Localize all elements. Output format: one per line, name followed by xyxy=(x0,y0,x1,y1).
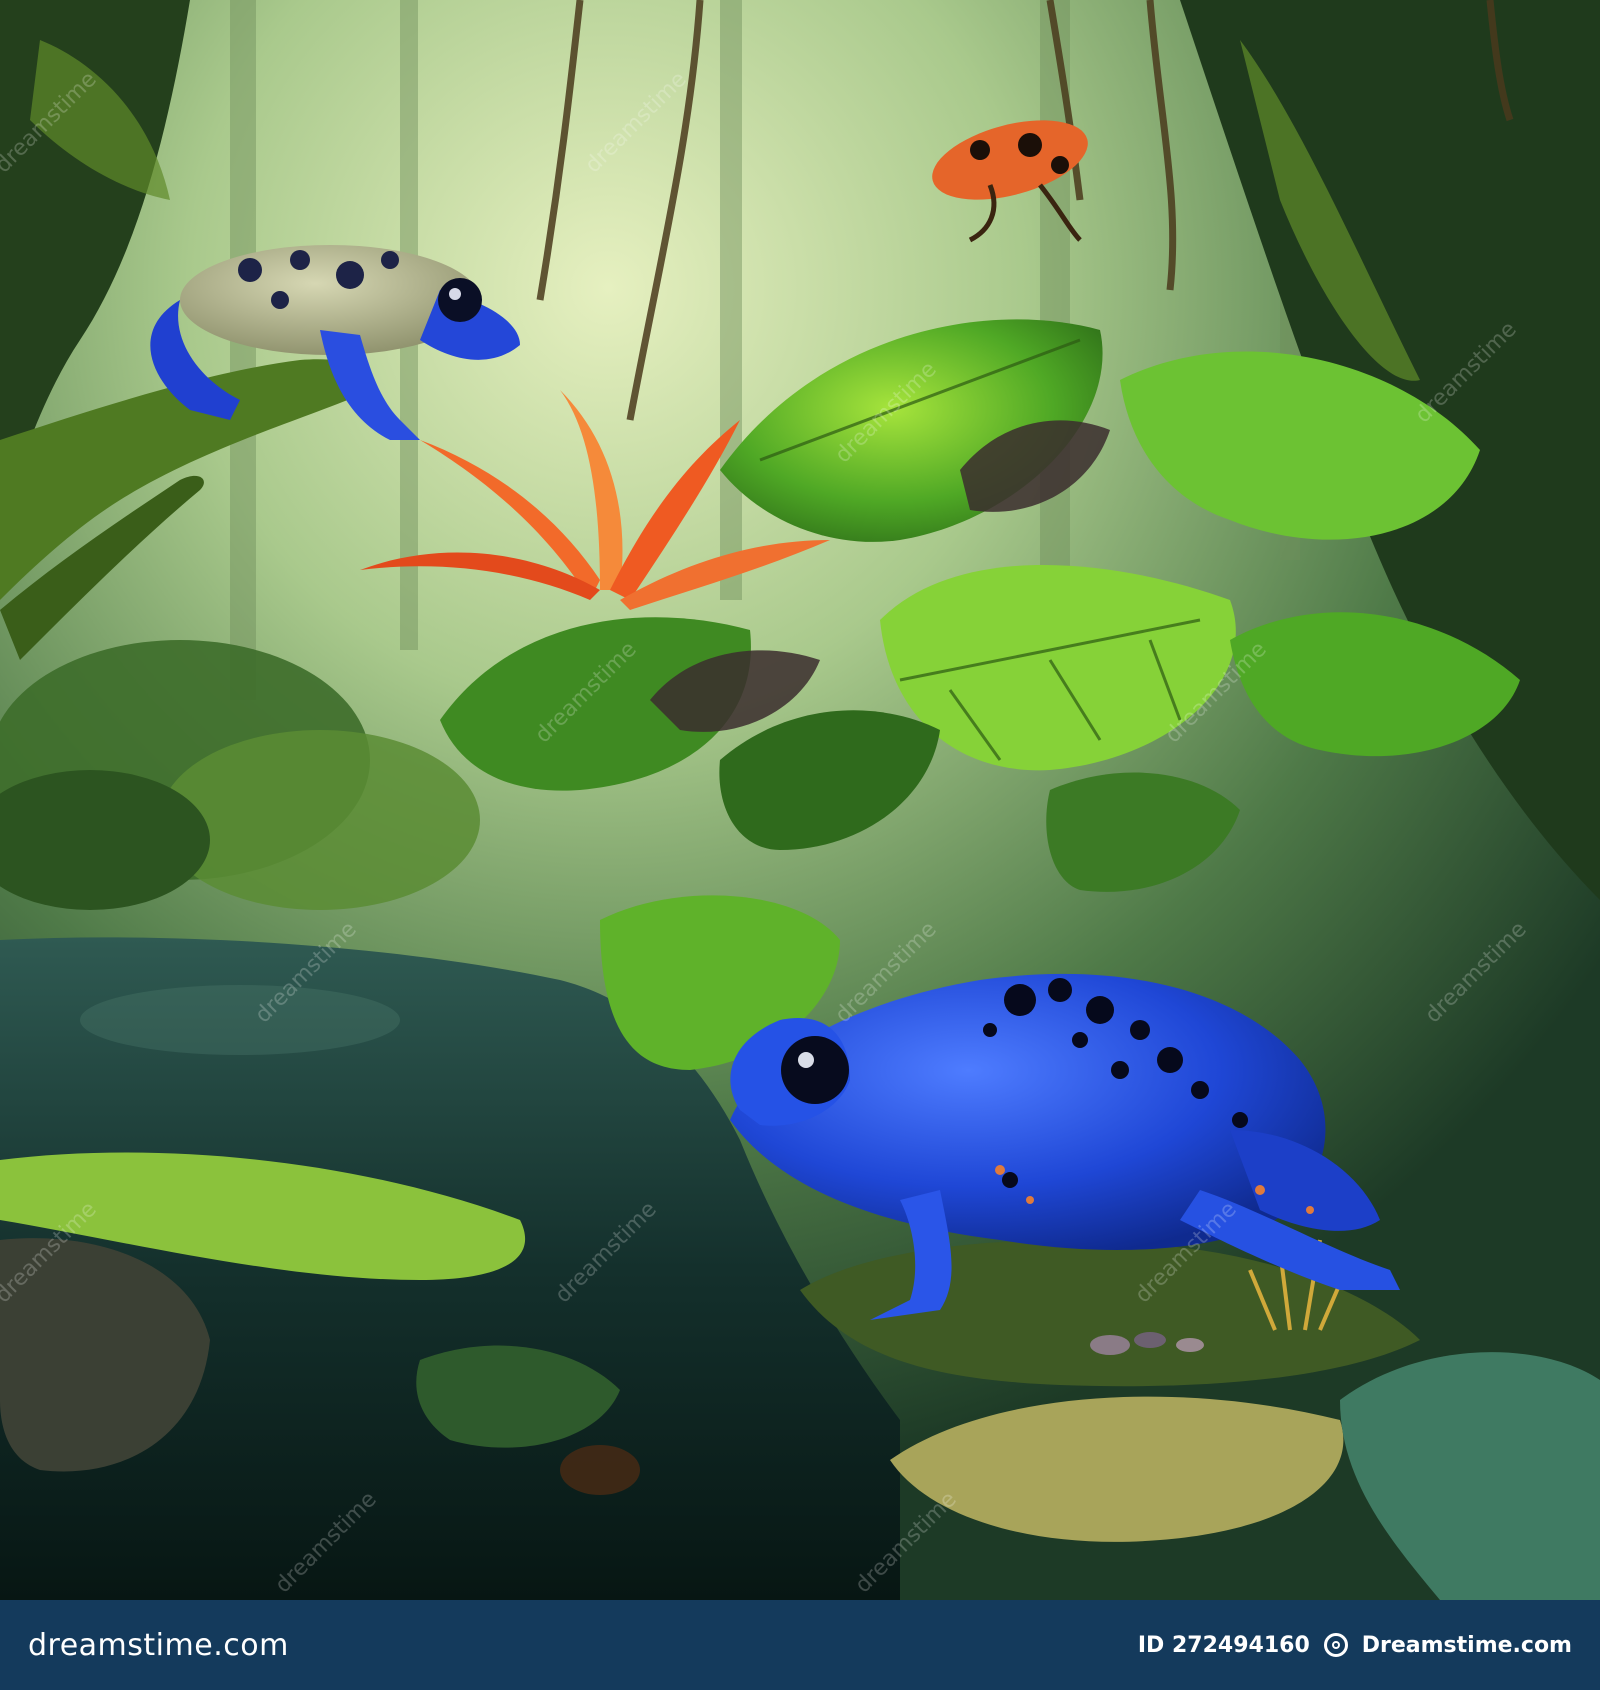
dreamstime-logo-icon xyxy=(1323,1633,1348,1657)
footer-right-group: ID 272494160 Dreamstime.com xyxy=(1138,1633,1572,1658)
rainforest-scene xyxy=(0,0,1600,1600)
image-canvas: dreamstime dreamstime dreamstime dreamst… xyxy=(0,0,1600,1690)
footer-site-name[interactable]: dreamstime.com xyxy=(28,1628,289,1663)
water-debris xyxy=(560,1445,640,1495)
image-id-label: ID 272494160 xyxy=(1137,1632,1310,1658)
stock-footer-bar: dreamstime.com ID 272494160 Dreamstime.c… xyxy=(0,1600,1600,1690)
footer-brand-name[interactable]: Dreamstime.com xyxy=(1362,1633,1572,1658)
